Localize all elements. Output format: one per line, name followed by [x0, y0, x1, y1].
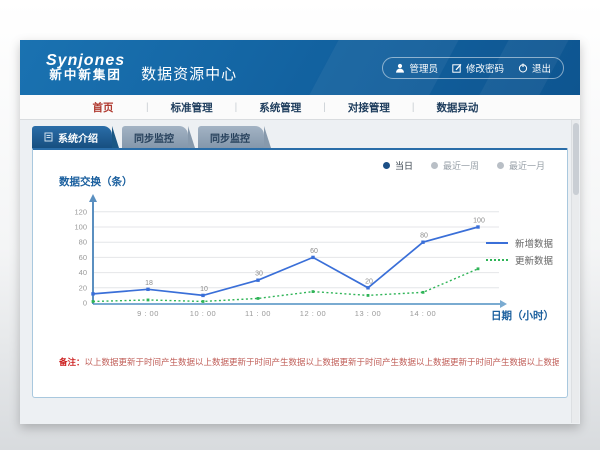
data-point: [476, 225, 479, 228]
data-point: [311, 256, 314, 259]
data-point: [366, 286, 369, 289]
logout-label: 退出: [532, 61, 551, 75]
data-point: [147, 299, 150, 302]
footer-note-label: 备注：: [59, 357, 85, 367]
range-filter-group: 当日 最近一周 最近一月: [383, 159, 545, 172]
nav-item-2[interactable]: 系统管理: [237, 100, 323, 115]
legend-label: 新增数据: [515, 236, 553, 250]
y-tick-label: 0: [83, 299, 87, 308]
footer-note: 备注：以上数据更新于时间产生数据以上数据更新于时间产生数据以上数据更新于时间产生…: [59, 356, 559, 368]
nav-item-3[interactable]: 对接管理: [326, 100, 412, 115]
data-point: [312, 290, 315, 293]
legend-item-0: 新增数据: [485, 234, 553, 251]
data-point: [202, 300, 205, 303]
x-axis-arrow-icon: [500, 300, 507, 308]
edit-icon: [452, 63, 462, 73]
logout-button[interactable]: 退出: [518, 61, 551, 75]
x-axis-title: 日期（小时）: [491, 308, 554, 323]
x-tick-label: 14 : 00: [410, 309, 436, 318]
content-area: 系统介绍 同步监控 同步监控 当日 最近一周 最近一月 数据交换（条） 0 20 40 60 8…: [20, 120, 580, 423]
y-tick-label: 100: [74, 223, 87, 232]
tab-1[interactable]: 同步监控: [122, 126, 188, 148]
app-window: Synjones 新中新集团 数据资源中心 管理员 修改密码: [20, 40, 580, 424]
data-point-label: 30: [255, 271, 263, 278]
nav-item-0[interactable]: 首页: [60, 100, 146, 115]
y-tick-label: 40: [79, 268, 87, 277]
tab-bar: 系统介绍 同步监控 同步监控: [32, 126, 274, 148]
data-point-label: 80: [420, 233, 428, 240]
x-tick-label: 13 : 00: [355, 309, 381, 318]
tab-label: 系统介绍: [58, 130, 98, 145]
chart-panel: 当日 最近一周 最近一月 数据交换（条） 0 20 40 60 80 100 120 9 : 00…: [32, 148, 568, 398]
filter-label: 当日: [395, 159, 413, 172]
data-point: [91, 292, 94, 295]
user-name: 管理员: [409, 61, 438, 75]
radio-icon: [383, 162, 390, 169]
filter-label: 最近一周: [443, 159, 479, 172]
document-icon: [44, 132, 53, 142]
chart-legend: 新增数据更新数据: [485, 234, 553, 268]
legend-label: 更新数据: [515, 253, 553, 267]
y-tick-label: 20: [79, 283, 87, 292]
user-account[interactable]: 管理员: [395, 61, 438, 75]
x-tick-label: 11 : 00: [245, 309, 271, 318]
data-point: [256, 279, 259, 282]
user-icon: [395, 63, 405, 73]
x-tick-label: 9 : 00: [137, 309, 159, 318]
line-chart: 0 20 40 60 80 100 120 9 : 00 10 : 00 11 : 00 12 : …: [43, 190, 513, 330]
data-point: [477, 267, 480, 270]
y-tick-label: 120: [74, 207, 87, 216]
y-tick-label: 60: [79, 253, 87, 262]
logo-primary: Synjones: [46, 52, 125, 70]
data-point: [257, 297, 260, 300]
data-point: [146, 288, 149, 291]
data-point: [92, 300, 95, 303]
power-icon: [518, 63, 528, 73]
page-title: 数据资源中心: [141, 63, 237, 84]
legend-line-sample: [485, 240, 509, 246]
tab-label: 同步监控: [134, 130, 174, 145]
filter-radio-2[interactable]: 最近一月: [497, 159, 545, 172]
data-point-label: 60: [310, 248, 318, 255]
nav-item-1[interactable]: 标准管理: [149, 100, 235, 115]
nav-item-4[interactable]: 数据异动: [414, 100, 500, 115]
radio-icon: [431, 162, 438, 169]
data-point: [367, 294, 370, 297]
radio-icon: [497, 162, 504, 169]
legend-item-1: 更新数据: [485, 251, 553, 268]
data-point-label: 100: [473, 218, 485, 225]
data-point-label: 20: [365, 278, 373, 285]
scrollbar[interactable]: [571, 120, 579, 423]
legend-line-sample: [485, 257, 509, 263]
tab-2[interactable]: 同步监控: [198, 126, 264, 148]
chart-svg: 0 20 40 60 80 100 120 9 : 00 10 : 00 11 : 00 12 : …: [43, 190, 513, 330]
logo: Synjones 新中新集团: [46, 52, 125, 83]
change-password-button[interactable]: 修改密码: [452, 61, 504, 75]
data-point: [422, 291, 425, 294]
scrollbar-thumb[interactable]: [573, 123, 579, 195]
page: Synjones 新中新集团 数据资源中心 管理员 修改密码: [0, 0, 600, 450]
tab-0[interactable]: 系统介绍: [32, 126, 112, 148]
data-point: [421, 241, 424, 244]
logo-secondary: 新中新集团: [46, 69, 125, 83]
filter-radio-0[interactable]: 当日: [383, 159, 413, 172]
header: Synjones 新中新集团 数据资源中心 管理员 修改密码: [20, 40, 580, 95]
filter-label: 最近一月: [509, 159, 545, 172]
data-point: [201, 294, 204, 297]
tab-label: 同步监控: [210, 130, 250, 145]
filter-radio-1[interactable]: 最近一周: [431, 159, 479, 172]
data-point-label: 18: [145, 280, 153, 287]
y-tick-label: 80: [79, 238, 87, 247]
main-nav: 首页|标准管理|系统管理|对接管理|数据异动: [20, 95, 580, 120]
data-point-label: 10: [200, 286, 208, 293]
y-axis-title: 数据交换（条）: [59, 174, 133, 189]
x-tick-label: 12 : 00: [300, 309, 326, 318]
user-menu: 管理员 修改密码 退出: [382, 57, 564, 79]
x-tick-label: 10 : 00: [190, 309, 216, 318]
y-axis-arrow-icon: [89, 194, 97, 202]
footer-note-text: 以上数据更新于时间产生数据以上数据更新于时间产生数据以上数据更新于时间产生数据以…: [85, 357, 559, 367]
change-password-label: 修改密码: [466, 61, 504, 75]
